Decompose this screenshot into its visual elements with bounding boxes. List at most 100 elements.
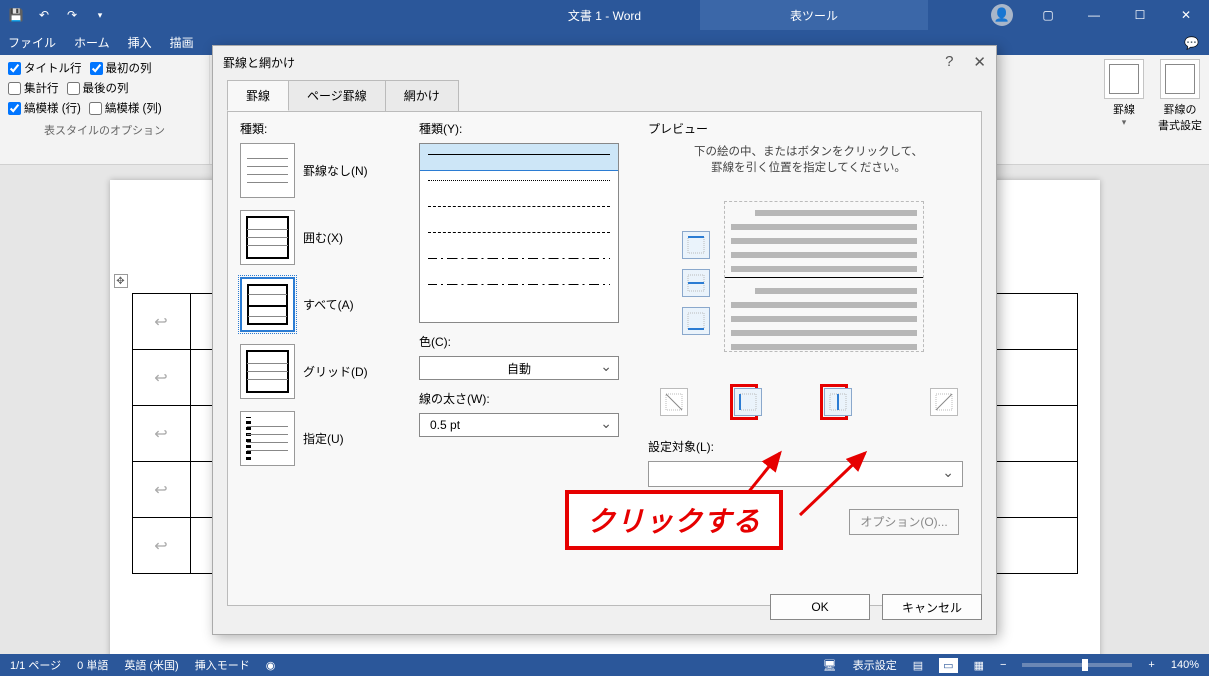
ribbon-share-icon[interactable]: 💬	[1184, 36, 1199, 50]
zoom-in-icon[interactable]: +	[1148, 659, 1154, 671]
box-icon	[240, 210, 295, 265]
ribbon-display-options-icon[interactable]: ▢	[1025, 0, 1071, 30]
dialog-titlebar[interactable]: 罫線と網かけ ? ✕	[213, 46, 996, 78]
status-page[interactable]: 1/1 ページ	[10, 657, 61, 673]
table-move-handle-icon[interactable]: ✥	[114, 274, 128, 288]
minimize-icon[interactable]: —	[1071, 0, 1117, 30]
label: 指定(U)	[303, 430, 344, 447]
border-inside-h-button[interactable]	[682, 269, 710, 297]
highlighted-left-border	[730, 384, 758, 420]
checkbox-banded-rows[interactable]: 縞模様 (行)	[8, 100, 81, 116]
color-label: 色(C):	[419, 333, 634, 350]
label: 囲む(X)	[303, 229, 343, 246]
border-top-button[interactable]	[682, 231, 710, 259]
maximize-icon[interactable]: ☐	[1117, 0, 1163, 30]
checkbox-total-row[interactable]: 集計行	[8, 80, 59, 96]
list-item[interactable]	[420, 196, 618, 222]
list-item[interactable]	[420, 248, 618, 274]
setting-all[interactable]: すべて(A)	[240, 277, 405, 332]
document-title: 文書 1 - Word	[568, 7, 641, 24]
cancel-button[interactable]: キャンセル	[882, 594, 982, 620]
list-item[interactable]	[420, 222, 618, 248]
label: グリッド(D)	[303, 363, 368, 380]
preview-diagram[interactable]	[684, 189, 934, 364]
checkbox-banded-cols[interactable]: 縞模様 (列)	[89, 100, 162, 116]
tab-shading[interactable]: 網かけ	[385, 80, 459, 111]
preview-label: プレビュー	[648, 120, 969, 137]
tab-insert[interactable]: 挿入	[128, 34, 152, 51]
borders-dropdown[interactable]: 罫線	[1101, 59, 1147, 133]
tab-file[interactable]: ファイル	[8, 34, 56, 51]
width-combo[interactable]: 0.5 pt	[419, 413, 619, 437]
setting-grid[interactable]: グリッド(D)	[240, 344, 405, 399]
list-item[interactable]	[420, 274, 618, 300]
help-icon[interactable]: ?	[945, 53, 953, 71]
border-left-button[interactable]	[734, 388, 762, 416]
window-controls: 👤 ▢ — ☐ ✕	[979, 0, 1209, 30]
undo-icon[interactable]: ↶	[36, 7, 52, 23]
tab-draw[interactable]: 描画	[170, 34, 194, 51]
zoom-out-icon[interactable]: −	[1000, 659, 1006, 671]
status-insert-mode[interactable]: 挿入モード	[195, 657, 250, 673]
line-style-list[interactable]	[419, 143, 619, 323]
display-settings-label[interactable]: 表示設定	[853, 657, 897, 673]
checkbox-first-column[interactable]: 最初の列	[90, 60, 152, 76]
label: 罫線	[1101, 101, 1147, 117]
status-word-count[interactable]: 0 単語	[77, 657, 108, 673]
read-mode-icon[interactable]: ▤	[913, 659, 923, 672]
checkbox-header-row[interactable]: タイトル行	[8, 60, 82, 76]
qat-customize-icon[interactable]: ▾	[92, 7, 108, 23]
label: 縞模様 (行)	[24, 100, 81, 116]
label: 最後の列	[83, 80, 129, 96]
label: 集計行	[24, 80, 59, 96]
redo-icon[interactable]: ↷	[64, 7, 80, 23]
label: 縞模様 (列)	[105, 100, 162, 116]
annotation-callout: クリックする	[565, 490, 783, 550]
close-icon[interactable]: ✕	[1163, 0, 1209, 30]
width-label: 線の太さ(W):	[419, 390, 634, 407]
status-language[interactable]: 英語 (米国)	[124, 657, 178, 673]
table-tools-context-tab[interactable]: 表ツール	[700, 0, 928, 30]
grid-icon	[240, 344, 295, 399]
close-icon[interactable]: ✕	[973, 53, 986, 71]
checkbox-last-column[interactable]: 最後の列	[67, 80, 129, 96]
account-avatar[interactable]: 👤	[979, 0, 1025, 30]
user-icon: 👤	[991, 4, 1013, 26]
color-combo[interactable]: 自動	[419, 356, 619, 380]
setting-label: 種類:	[240, 120, 405, 137]
all-icon	[240, 277, 295, 332]
annotation-arrow	[790, 445, 930, 525]
status-bar: 1/1 ページ 0 単語 英語 (米国) 挿入モード ◉ 🖥 表示設定 ▤ ▭ …	[0, 654, 1209, 676]
tab-home[interactable]: ホーム	[74, 34, 110, 51]
zoom-slider[interactable]	[1022, 663, 1132, 667]
custom-icon	[240, 411, 295, 466]
list-item[interactable]	[420, 144, 618, 170]
print-layout-icon[interactable]: ▭	[939, 658, 957, 673]
dialog-title: 罫線と網かけ	[223, 54, 295, 71]
label: 罫線なし(N)	[303, 162, 368, 179]
preview-help-text: 下の絵の中、またはボタンをクリックして、 罫線を引く位置を指定してください。	[648, 143, 969, 175]
style-label: 種類(Y):	[419, 120, 634, 137]
border-diag-up-button[interactable]	[930, 388, 958, 416]
zoom-level[interactable]: 140%	[1171, 659, 1199, 671]
setting-none[interactable]: 罫線なし(N)	[240, 143, 405, 198]
ok-button[interactable]: OK	[770, 594, 870, 620]
border-painter-button[interactable]: 罫線の 書式設定	[1157, 59, 1203, 133]
tab-borders[interactable]: 罫線	[227, 80, 289, 111]
web-layout-icon[interactable]: ▦	[974, 659, 984, 672]
border-diag-down-button[interactable]	[660, 388, 688, 416]
display-settings-icon[interactable]: 🖥	[823, 659, 837, 672]
setting-custom[interactable]: 指定(U)	[240, 411, 405, 466]
none-icon	[240, 143, 295, 198]
setting-box[interactable]: 囲む(X)	[240, 210, 405, 265]
border-inside-v-button[interactable]	[824, 388, 852, 416]
border-bottom-button[interactable]	[682, 307, 710, 335]
save-icon[interactable]: 💾	[8, 7, 24, 23]
quick-access-toolbar: 💾 ↶ ↷ ▾	[0, 7, 108, 23]
list-item[interactable]	[420, 170, 618, 196]
tab-page-border[interactable]: ページ罫線	[288, 80, 386, 111]
setting-column: 種類: 罫線なし(N) 囲む(X) すべて(A)	[240, 120, 405, 597]
highlighted-inside-v-border	[820, 384, 848, 420]
macro-record-icon[interactable]: ◉	[266, 659, 276, 672]
preview-cell-graphic[interactable]	[724, 201, 924, 352]
